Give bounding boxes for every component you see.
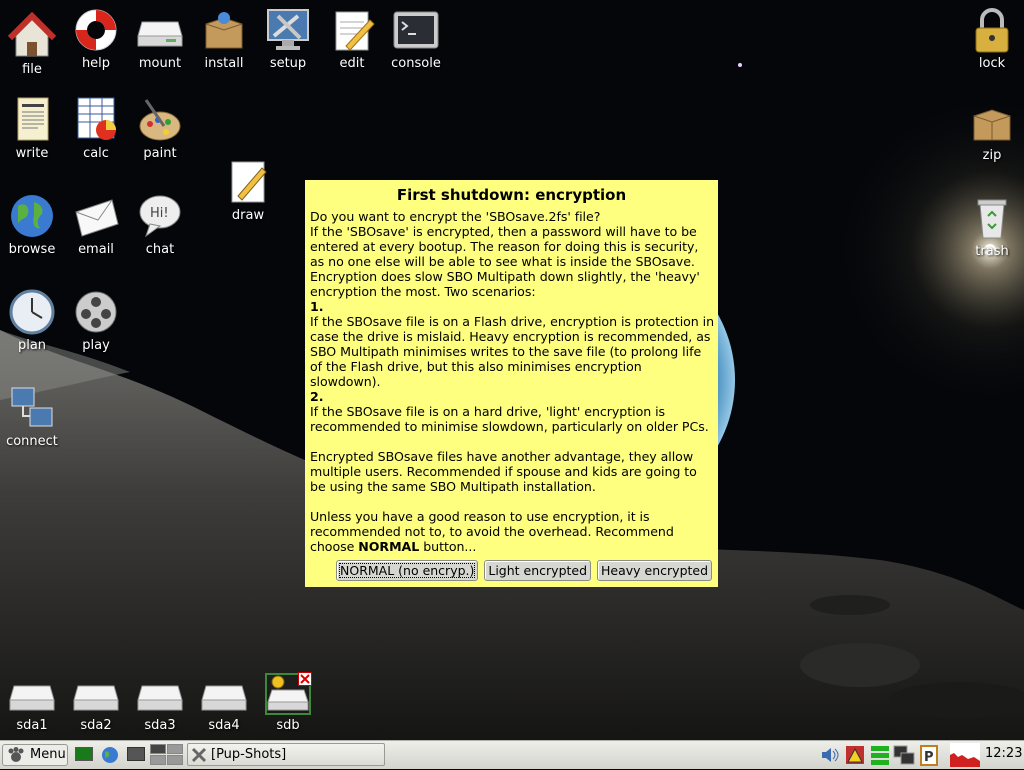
menu-button[interactable]: Menu [2, 744, 68, 766]
heavy-encrypted-button[interactable]: Heavy encrypted [597, 560, 713, 581]
hard-drive-icon [201, 685, 247, 711]
document-icon [17, 97, 49, 141]
hard-drive-icon [137, 21, 183, 47]
paint-icon[interactable]: paint [128, 96, 192, 161]
taskbar: Menu [Pup-Shots] P 12:23 [0, 740, 1024, 769]
write-icon[interactable]: write [0, 96, 64, 161]
dialog-paragraph: If the 'SBOsave' is encrypted, then a pa… [310, 224, 700, 299]
scenario-text: If the SBOsave file is on a Flash drive,… [310, 314, 715, 389]
mount-icon[interactable]: mount [128, 6, 192, 71]
dialog-buttons: NORMAL (no encryp.) Light encrypted Heav… [336, 560, 713, 581]
tools-icon [191, 747, 207, 763]
zip-icon[interactable]: zip [960, 98, 1024, 163]
padlock-icon [975, 8, 1009, 53]
workspace-1[interactable] [150, 744, 166, 754]
dialog-paragraph: Encrypted SBOsave files have another adv… [310, 449, 697, 494]
help-icon[interactable]: help [64, 6, 128, 71]
desktop: file help mount install setup edit conso… [0, 0, 1024, 740]
palette-icon [139, 99, 181, 141]
show-desktop-icon[interactable] [75, 747, 93, 761]
clock-icon [9, 289, 55, 335]
hard-drive-icon [73, 685, 119, 711]
browser-launch-icon[interactable] [101, 746, 119, 767]
network-computers-icon [11, 387, 53, 427]
scenario-number: 2. [310, 389, 324, 404]
hard-drive-icon [137, 685, 183, 711]
calc-icon[interactable]: calc [64, 96, 128, 161]
setup-icon[interactable]: setup [256, 6, 320, 71]
spreadsheet-icon [77, 97, 116, 140]
clipboard-p-icon[interactable]: P [919, 744, 939, 769]
cpu-graph-icon[interactable] [950, 743, 980, 767]
normal-button[interactable]: NORMAL (no encryp.) [336, 560, 479, 581]
monitor-tools-icon [267, 9, 309, 50]
film-reel-icon [75, 291, 117, 333]
scenario-text: If the SBOsave file is on a hard drive, … [310, 404, 709, 434]
globe-icon [11, 195, 53, 237]
lock-icon[interactable]: lock [960, 6, 1024, 71]
plan-icon[interactable]: plan [0, 288, 64, 353]
connect-icon[interactable]: connect [0, 384, 64, 449]
draw-icon[interactable]: draw [216, 158, 280, 223]
drawing-pencil-icon [231, 161, 267, 203]
edit-icon[interactable]: edit [320, 6, 384, 71]
speech-bubble-icon: Hi! [139, 195, 181, 238]
trash-icon[interactable]: trash [960, 194, 1024, 259]
terminal-icon [393, 11, 439, 49]
network-warning-icon[interactable] [844, 744, 866, 769]
terminal-launch-icon[interactable] [127, 747, 145, 761]
browse-icon[interactable]: browse [0, 192, 64, 257]
file-icon[interactable]: file [0, 12, 64, 77]
clock[interactable]: 12:23 [985, 746, 1022, 761]
scenario-number: 1. [310, 299, 324, 314]
notepad-pencil-icon [335, 11, 375, 51]
workspace-4[interactable] [167, 755, 183, 765]
console-icon[interactable]: console [384, 6, 448, 71]
memory-indicator-icon[interactable] [869, 744, 891, 769]
drive-sda2-icon[interactable]: sda2 [64, 676, 128, 733]
install-icon[interactable]: install [192, 6, 256, 71]
workspace-2[interactable] [167, 744, 183, 754]
lifebuoy-icon [75, 9, 117, 51]
svg-text:Hi!: Hi! [150, 206, 169, 221]
dog-paw-icon [8, 747, 24, 762]
chat-icon[interactable]: Hi! chat [128, 192, 192, 257]
network-connection-icon[interactable] [893, 744, 915, 769]
encryption-dialog: First shutdown: encryption Do you want t… [305, 180, 718, 587]
dialog-title: First shutdown: encryption [396, 186, 627, 204]
dialog-body: Do you want to encrypt the 'SBOsave.2fs'… [310, 209, 715, 554]
unmount-close-icon[interactable] [298, 672, 312, 686]
envelope-icon [75, 199, 119, 237]
workspace-pager[interactable] [150, 744, 184, 766]
drive-sda3-icon[interactable]: sda3 [128, 676, 192, 733]
volume-icon[interactable] [820, 745, 840, 768]
play-icon[interactable]: play [64, 288, 128, 353]
dialog-question: Do you want to encrypt the 'SBOsave.2fs'… [310, 209, 601, 224]
recycle-bin-icon [977, 199, 1007, 239]
house-icon [8, 12, 56, 57]
svg-text:P: P [924, 750, 934, 765]
workspace-3[interactable] [150, 755, 166, 765]
package-box-icon [205, 12, 243, 49]
drive-sda1-icon[interactable]: sda1 [0, 676, 64, 733]
archive-box-icon [973, 109, 1011, 141]
hard-drive-icon [9, 685, 55, 711]
dialog-recommendation: Unless you have a good reason to use enc… [310, 509, 674, 554]
task-button-pup-shots[interactable]: [Pup-Shots] [187, 743, 385, 766]
email-icon[interactable]: email [64, 192, 128, 257]
drive-sda4-icon[interactable]: sda4 [192, 676, 256, 733]
light-encrypted-button[interactable]: Light encrypted [484, 560, 592, 581]
